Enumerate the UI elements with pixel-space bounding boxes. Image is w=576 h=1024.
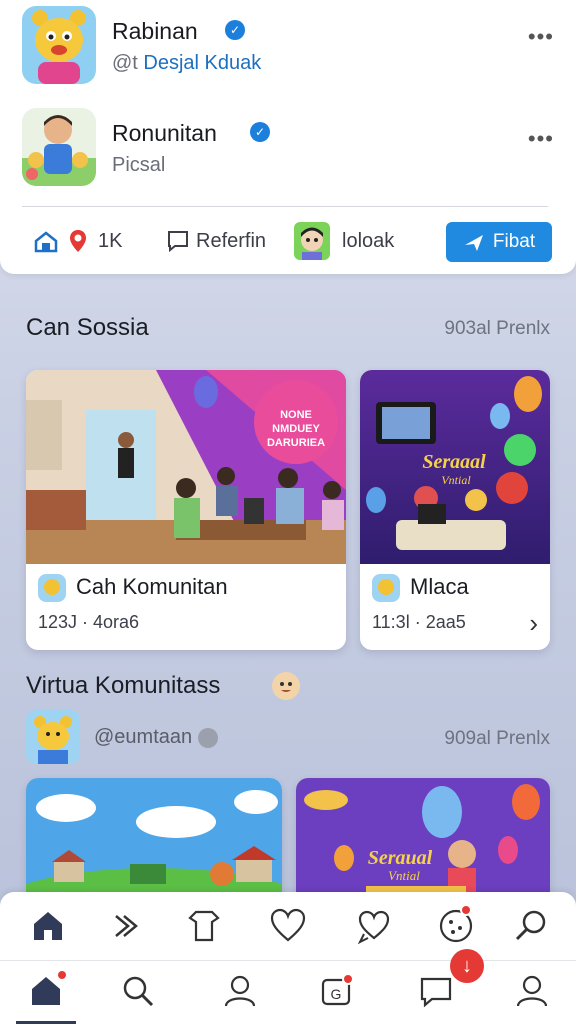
profile-subtitle: Picsal xyxy=(112,154,166,176)
card-image xyxy=(26,778,282,908)
profile-name[interactable]: Ronunitan xyxy=(112,120,217,147)
card-avatar xyxy=(372,574,400,602)
svg-text:NMDUEY: NMDUEY xyxy=(272,423,320,435)
notification-dot xyxy=(342,973,354,985)
actions-row: 1K Referfin loloak Fibat xyxy=(22,220,552,262)
card-subtitle: 11:3l · 2aa5 xyxy=(372,612,466,632)
verified-badge-icon xyxy=(198,727,219,748)
divider xyxy=(22,206,548,207)
avatar[interactable] xyxy=(22,6,96,84)
svg-text:DARURIEA: DARURIEA xyxy=(267,437,325,449)
location-count-button[interactable]: 1K xyxy=(34,220,122,262)
card-avatar xyxy=(38,574,66,602)
account-icon[interactable] xyxy=(510,969,554,1013)
svg-text:NONE: NONE xyxy=(280,409,312,421)
home-icon xyxy=(34,231,58,253)
user-button[interactable]: loloak xyxy=(294,220,394,262)
comment-icon xyxy=(168,231,188,253)
card-image: Seraual Vntial xyxy=(296,778,550,908)
card-subtitle: 123J · 4ora6 xyxy=(38,612,140,632)
download-badge-icon[interactable]: ↓ xyxy=(450,949,484,983)
profile-icon[interactable] xyxy=(218,969,262,1013)
forward-icon[interactable] xyxy=(104,904,148,948)
avatar[interactable] xyxy=(22,108,96,186)
community-user-handle: @eumtaan xyxy=(94,726,193,748)
svg-text:Vntial: Vntial xyxy=(388,868,420,883)
main-tab-bar: G ↓ xyxy=(0,949,576,1024)
secondary-nav-bar xyxy=(0,892,576,960)
referral-button[interactable]: Referfin xyxy=(166,220,266,262)
notification-dot xyxy=(460,904,472,916)
user-avatar-icon xyxy=(294,222,330,260)
emoji-icon xyxy=(272,672,300,700)
profile-handle: @t Desjal Kduak xyxy=(112,52,261,75)
chevron-right-icon[interactable]: › xyxy=(529,608,538,639)
primary-action-button[interactable]: Fibat xyxy=(446,222,552,262)
search-icon[interactable] xyxy=(116,969,160,1013)
user-label: loloak xyxy=(342,229,395,252)
card-image: Seraaal Vntial xyxy=(360,370,550,564)
section-meta[interactable]: 903al Prenlx xyxy=(444,318,550,340)
profile-name[interactable]: Rabinan xyxy=(112,18,198,45)
home-icon[interactable] xyxy=(26,904,70,948)
send-icon xyxy=(464,235,483,251)
verified-badge-icon: ✓ xyxy=(225,20,245,40)
svg-text:Seraual: Seraual xyxy=(368,847,433,869)
avatar[interactable] xyxy=(26,710,80,764)
count-label: 1K xyxy=(98,229,123,252)
community-card[interactable]: NONE NMDUEY DARURIEA Cah Komunitan 123J … xyxy=(26,370,346,650)
more-options-button[interactable]: ••• xyxy=(528,24,554,50)
section-meta[interactable]: 909al Prenlx xyxy=(444,728,550,750)
handle-accent[interactable]: Desjal Kduak xyxy=(143,52,261,74)
profile-row-rabinan[interactable]: Rabinan ✓ @t Desjal Kduak ••• xyxy=(22,6,562,86)
profile-row-ronunitan[interactable]: Ronunitan ✓ Picsal ••• xyxy=(22,108,562,188)
message-icon[interactable] xyxy=(414,969,458,1013)
primary-action-label: Fibat xyxy=(492,231,536,252)
svg-text:G: G xyxy=(331,986,342,1002)
section-title: Can Sossia xyxy=(26,314,149,341)
chat-heart-icon[interactable] xyxy=(352,904,396,948)
handle-prefix: @t xyxy=(112,52,138,74)
community-card[interactable] xyxy=(26,778,282,908)
card-image: NONE NMDUEY DARURIEA xyxy=(26,370,346,564)
svg-text:Vntial: Vntial xyxy=(441,473,471,487)
search-icon[interactable] xyxy=(508,904,552,948)
verified-badge-icon: ✓ xyxy=(250,122,270,142)
shirt-icon[interactable] xyxy=(182,904,226,948)
card-title: Mlaca xyxy=(410,574,469,599)
location-pin-icon xyxy=(70,230,86,252)
community-card[interactable]: Seraaal Vntial Mlaca 11:3l · 2aa5 › xyxy=(360,370,550,650)
community-card[interactable]: Seraual Vntial xyxy=(296,778,550,908)
heart-icon[interactable] xyxy=(266,904,310,948)
community-user[interactable]: @eumtaan xyxy=(94,726,219,749)
profiles-card: Rabinan ✓ @t Desjal Kduak ••• Ronunitan … xyxy=(0,0,576,274)
svg-text:Seraaal: Seraaal xyxy=(422,451,486,473)
section-title: Virtua Komunitass xyxy=(26,672,221,699)
more-options-button[interactable]: ••• xyxy=(528,126,554,152)
referral-label: Referfin xyxy=(196,229,267,252)
notification-dot xyxy=(56,969,68,981)
card-title: Cah Komunitan xyxy=(76,574,228,599)
